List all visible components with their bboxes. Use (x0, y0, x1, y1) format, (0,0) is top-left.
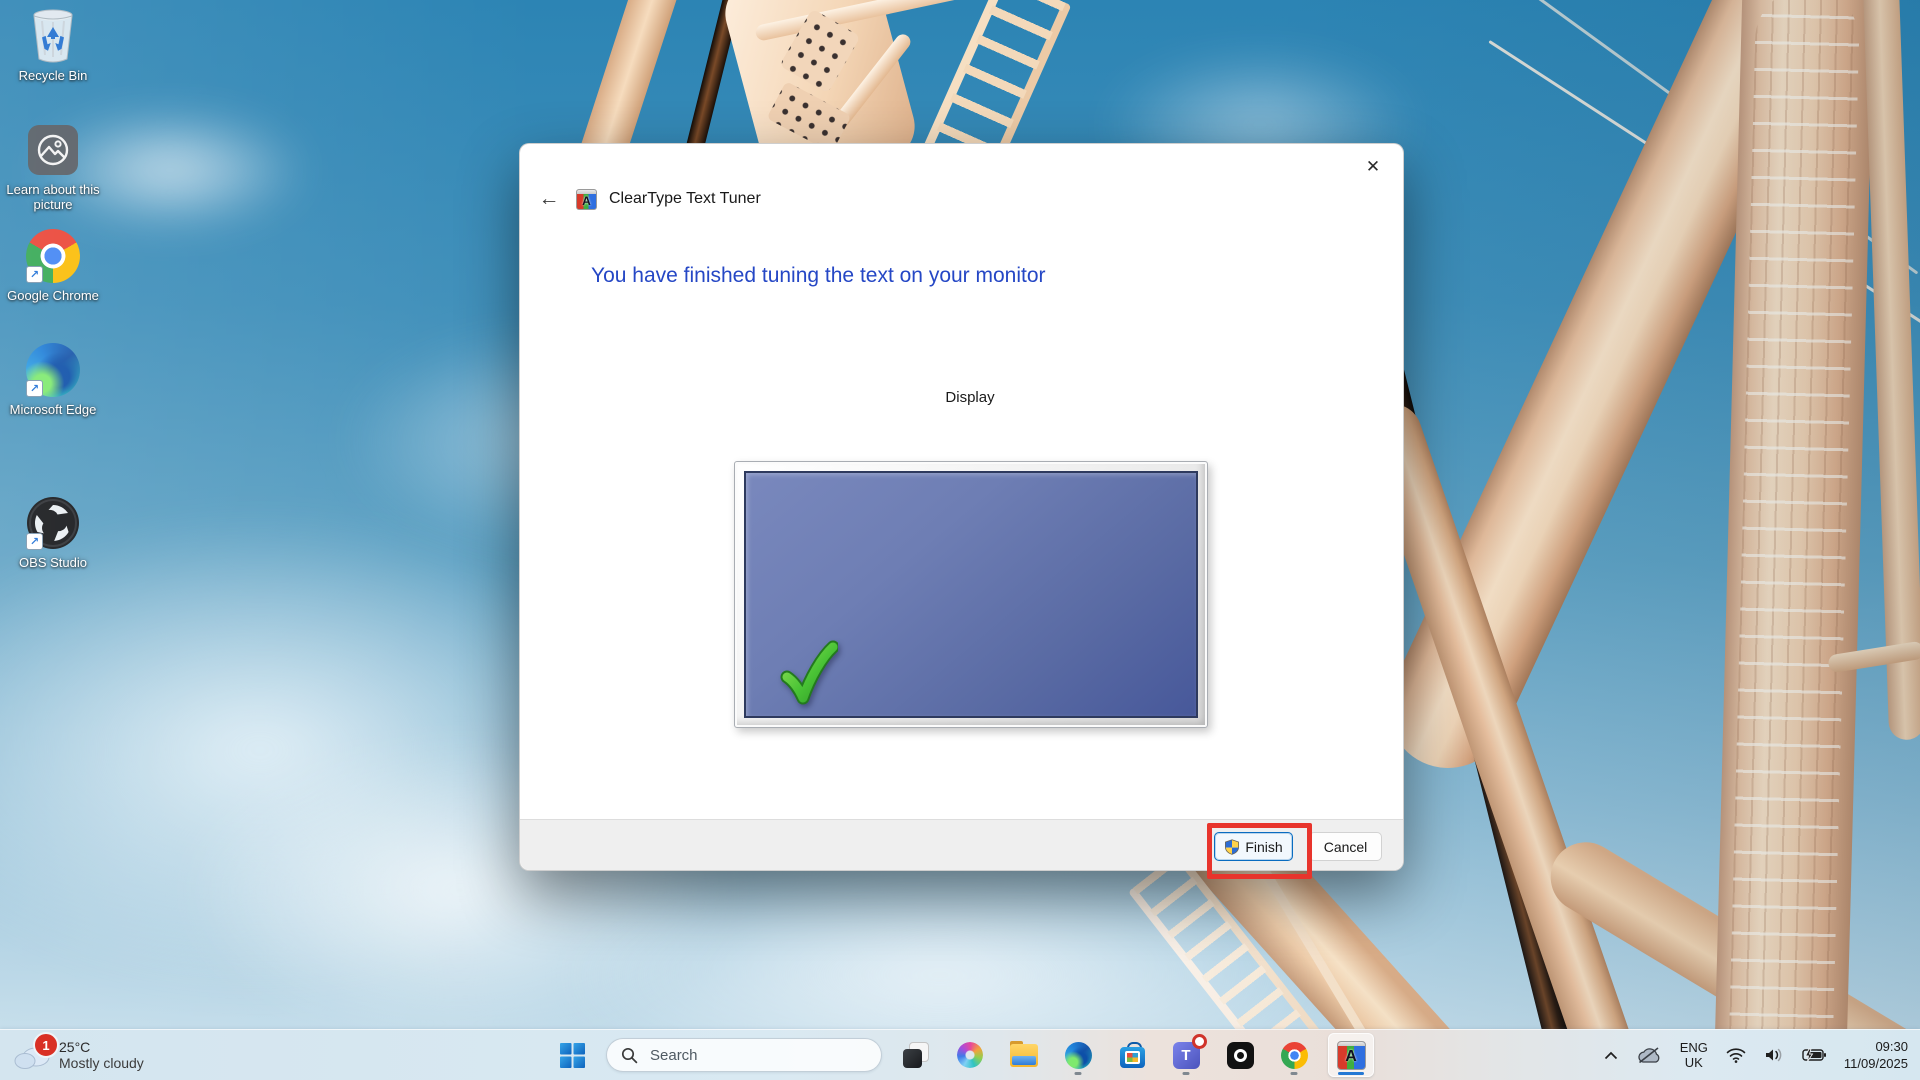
task-view-icon (903, 1042, 929, 1068)
display-label: Display (734, 389, 1206, 406)
weather-temperature: 25°C (59, 1039, 144, 1055)
chevron-up-icon (1604, 1051, 1618, 1060)
dialog-footer: Finish Cancel (520, 819, 1403, 870)
battery-tray-button[interactable] (1800, 1035, 1828, 1075)
notification-badge: 1 (33, 1032, 59, 1058)
chatgpt-button[interactable] (1220, 1033, 1260, 1077)
cleartype-app-icon: A (1337, 1041, 1366, 1070)
desktop-icon-label: Google Chrome (7, 288, 99, 303)
file-explorer-button[interactable] (1004, 1033, 1044, 1077)
desktop-icon-google-chrome[interactable]: ↗ Google Chrome (5, 228, 101, 303)
recycle-bin-icon (25, 8, 81, 64)
wizard-heading: You have finished tuning the text on you… (591, 264, 1046, 288)
desktop-icon-recycle-bin[interactable]: Recycle Bin (5, 8, 101, 83)
chrome-icon: ↗ (25, 228, 81, 284)
start-button[interactable] (552, 1033, 592, 1077)
green-checkmark-icon (780, 640, 838, 706)
shortcut-arrow-icon: ↗ (26, 380, 43, 397)
copilot-button[interactable] (950, 1033, 990, 1077)
teams-notification-badge (1192, 1034, 1207, 1049)
desktop-icon-label: Learn about this picture (5, 182, 101, 212)
shortcut-arrow-icon: ↗ (26, 533, 43, 550)
wifi-tray-button[interactable] (1724, 1035, 1748, 1075)
finish-button-label: Finish (1245, 839, 1282, 855)
tray-time: 09:30 (1844, 1038, 1908, 1055)
language-region: UK (1680, 1055, 1708, 1070)
task-view-button[interactable] (896, 1033, 936, 1077)
taskbar: 1 25°C Mostly cloudy (0, 1029, 1920, 1080)
desktop-icon-label: Microsoft Edge (10, 402, 97, 417)
edge-icon: ↗ (25, 342, 81, 398)
running-indicator (1291, 1072, 1298, 1075)
tray-date: 11/09/2025 (1844, 1055, 1908, 1072)
chrome-icon (1281, 1042, 1308, 1069)
system-tray: ENG UK (1602, 1030, 1910, 1080)
weather-condition: Mostly cloudy (59, 1055, 144, 1071)
desktop-icon-label: Recycle Bin (19, 68, 88, 83)
taskbar-search[interactable] (606, 1038, 882, 1072)
cleartype-dialog: ✕ ← A ClearType Text Tuner You have fini… (519, 143, 1404, 871)
search-icon (621, 1047, 638, 1064)
onedrive-tray-button[interactable] (1634, 1035, 1664, 1075)
picture-info-icon (25, 122, 81, 178)
weather-cloud-icon: 1 (14, 1040, 50, 1070)
tray-chevron-button[interactable] (1602, 1035, 1620, 1075)
cancel-button-label: Cancel (1324, 839, 1368, 855)
desktop-icon-microsoft-edge[interactable]: ↗ Microsoft Edge (5, 342, 101, 417)
desktop: Recycle Bin Learn about this picture ↗ G… (0, 0, 1920, 1080)
active-app-indicator (1338, 1072, 1364, 1075)
desktop-icon-label: OBS Studio (19, 555, 87, 570)
windows-logo-icon (560, 1043, 585, 1068)
clock-widget[interactable]: 09:30 11/09/2025 (1842, 1035, 1910, 1075)
teams-button[interactable]: T (1166, 1033, 1206, 1077)
desktop-icon-learn-about-picture[interactable]: Learn about this picture (5, 122, 101, 212)
language-code: ENG (1680, 1040, 1708, 1055)
monitor-screen (744, 471, 1198, 718)
onedrive-offline-icon (1636, 1046, 1662, 1065)
store-icon (1120, 1042, 1145, 1068)
running-indicator (1075, 1072, 1082, 1075)
weather-widget[interactable]: 1 25°C Mostly cloudy (14, 1033, 144, 1077)
dialog-title: ClearType Text Tuner (609, 190, 761, 208)
uac-shield-icon (1224, 839, 1240, 855)
battery-charging-icon (1802, 1048, 1826, 1062)
edge-icon (1065, 1042, 1092, 1069)
desktop-icon-obs-studio[interactable]: ↗ OBS Studio (5, 495, 101, 570)
file-explorer-icon (1010, 1044, 1038, 1067)
chrome-button[interactable] (1274, 1033, 1314, 1077)
chatgpt-icon (1227, 1042, 1254, 1069)
volume-tray-button[interactable] (1762, 1035, 1786, 1075)
shortcut-arrow-icon: ↗ (26, 266, 43, 283)
volume-icon (1764, 1047, 1784, 1063)
close-icon[interactable]: ✕ (1351, 150, 1395, 184)
cancel-button[interactable]: Cancel (1309, 832, 1382, 861)
edge-button[interactable] (1058, 1033, 1098, 1077)
back-arrow-icon[interactable]: ← (534, 184, 564, 214)
language-indicator[interactable]: ENG UK (1678, 1035, 1710, 1075)
running-indicator (1183, 1072, 1190, 1075)
obs-icon: ↗ (25, 495, 81, 551)
monitor-graphic (734, 461, 1208, 728)
search-input[interactable] (648, 1046, 832, 1065)
cleartype-tuner-button[interactable]: A (1328, 1033, 1374, 1077)
cleartype-app-icon: A (576, 189, 597, 210)
store-button[interactable] (1112, 1033, 1152, 1077)
wifi-icon (1726, 1047, 1746, 1063)
copilot-icon (957, 1042, 983, 1068)
finish-button[interactable]: Finish (1214, 832, 1293, 861)
